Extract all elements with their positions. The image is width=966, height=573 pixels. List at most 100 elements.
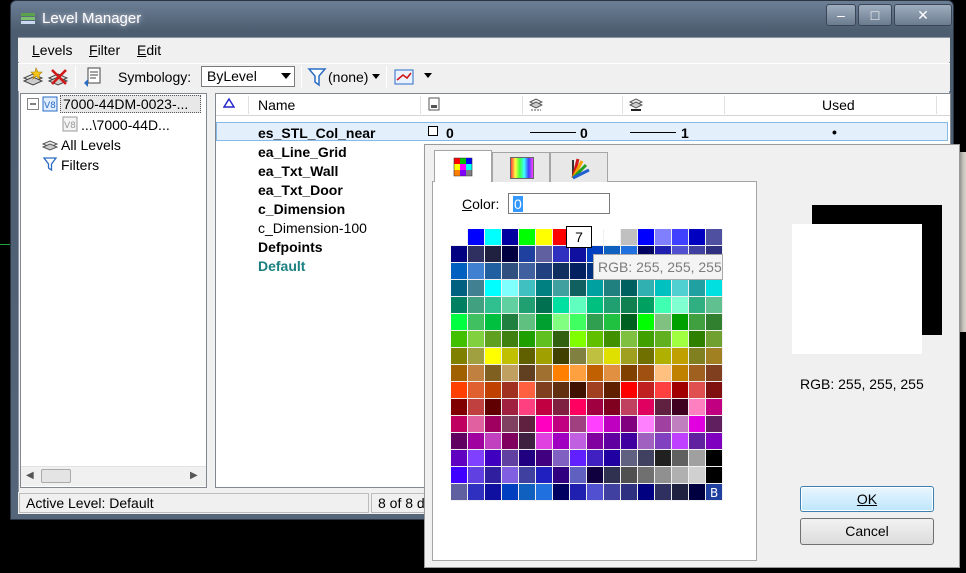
palette-swatch[interactable]: [485, 314, 501, 330]
palette-swatch[interactable]: [536, 229, 552, 245]
palette-swatch[interactable]: [519, 433, 535, 449]
palette-swatch[interactable]: [451, 229, 467, 245]
palette-swatch[interactable]: [655, 297, 671, 313]
palette-swatch[interactable]: [621, 314, 637, 330]
filter-icon[interactable]: [306, 66, 328, 88]
palette-swatch[interactable]: [451, 263, 467, 279]
tree-item-root[interactable]: 7000-44DM-0023-...: [60, 95, 201, 113]
palette-swatch[interactable]: [604, 280, 620, 296]
palette-swatch[interactable]: [451, 450, 467, 466]
palette-swatch[interactable]: [672, 348, 688, 364]
palette-swatch[interactable]: [689, 314, 705, 330]
palette-swatch[interactable]: [451, 297, 467, 313]
palette-swatch[interactable]: [502, 314, 518, 330]
palette-swatch[interactable]: [655, 382, 671, 398]
palette-swatch[interactable]: [536, 433, 552, 449]
tab-true-color[interactable]: [492, 152, 550, 182]
palette-swatch[interactable]: [587, 484, 603, 500]
palette-swatch[interactable]: [553, 416, 569, 432]
tab-color-book[interactable]: [550, 152, 608, 182]
chevron-down-icon[interactable]: [424, 73, 432, 78]
palette-swatch[interactable]: [519, 348, 535, 364]
palette-swatch[interactable]: [502, 246, 518, 262]
palette-swatch[interactable]: [706, 433, 722, 449]
palette-swatch[interactable]: [468, 416, 484, 432]
palette-swatch[interactable]: [451, 246, 467, 262]
palette-swatch[interactable]: [570, 399, 586, 415]
palette-swatch[interactable]: [706, 467, 722, 483]
menu-levels[interactable]: Levels: [32, 42, 72, 58]
palette-swatch[interactable]: [655, 450, 671, 466]
palette-swatch[interactable]: [553, 263, 569, 279]
palette-swatch[interactable]: [689, 229, 705, 245]
palette-swatch[interactable]: [485, 399, 501, 415]
palette-swatch[interactable]: [655, 331, 671, 347]
color-column-icon[interactable]: [427, 97, 441, 111]
palette-swatch[interactable]: [553, 348, 569, 364]
collapse-icon[interactable]: [27, 98, 39, 110]
palette-swatch[interactable]: [570, 297, 586, 313]
palette-swatch[interactable]: [519, 365, 535, 381]
palette-swatch[interactable]: [638, 450, 654, 466]
palette-swatch[interactable]: [706, 280, 722, 296]
palette-swatch[interactable]: [570, 348, 586, 364]
palette-swatch[interactable]: [604, 484, 620, 500]
palette-swatch[interactable]: [502, 416, 518, 432]
palette-swatch[interactable]: [621, 331, 637, 347]
palette-swatch[interactable]: [451, 365, 467, 381]
palette-swatch[interactable]: [655, 280, 671, 296]
palette-swatch[interactable]: [519, 280, 535, 296]
palette-swatch[interactable]: [536, 399, 552, 415]
palette-swatch[interactable]: [706, 416, 722, 432]
column-header-used[interactable]: Used: [822, 97, 855, 113]
palette-swatch[interactable]: [553, 314, 569, 330]
palette-swatch[interactable]: [689, 484, 705, 500]
tree-item-filters[interactable]: Filters: [61, 157, 99, 173]
palette-swatch[interactable]: [604, 314, 620, 330]
palette-swatch[interactable]: [485, 246, 501, 262]
palette-swatch[interactable]: [519, 382, 535, 398]
scroll-right-icon[interactable]: ▶: [190, 470, 198, 481]
palette-swatch[interactable]: [706, 229, 722, 245]
palette-swatch[interactable]: [553, 399, 569, 415]
palette-swatch[interactable]: [604, 331, 620, 347]
palette-swatch[interactable]: [655, 433, 671, 449]
palette-swatch[interactable]: [621, 399, 637, 415]
palette-swatch[interactable]: [451, 382, 467, 398]
palette-swatch[interactable]: [638, 331, 654, 347]
palette-swatch[interactable]: [672, 416, 688, 432]
palette-swatch[interactable]: [502, 280, 518, 296]
palette-swatch[interactable]: [502, 365, 518, 381]
palette-swatch[interactable]: [536, 450, 552, 466]
tree-item-reference[interactable]: ...\7000-44D...: [81, 117, 170, 133]
palette-swatch[interactable]: [502, 382, 518, 398]
palette-swatch[interactable]: [468, 263, 484, 279]
palette-swatch[interactable]: [451, 348, 467, 364]
palette-swatch[interactable]: [468, 399, 484, 415]
scroll-left-icon[interactable]: ◀: [26, 470, 34, 481]
palette-swatch[interactable]: [485, 382, 501, 398]
tab-color-index[interactable]: [434, 150, 492, 182]
palette-swatch[interactable]: [587, 331, 603, 347]
palette-swatch[interactable]: [621, 297, 637, 313]
palette-swatch[interactable]: [553, 467, 569, 483]
palette-swatch[interactable]: [451, 433, 467, 449]
palette-swatch[interactable]: [638, 297, 654, 313]
palette-swatch[interactable]: [587, 399, 603, 415]
level-name-active[interactable]: Default: [258, 258, 305, 274]
palette-swatch[interactable]: [519, 229, 535, 245]
palette-swatch[interactable]: [570, 484, 586, 500]
palette-swatch[interactable]: [672, 229, 688, 245]
tree-item-all-levels[interactable]: All Levels: [61, 137, 121, 153]
level-color-value[interactable]: 0: [446, 125, 454, 141]
palette-swatch[interactable]: [502, 263, 518, 279]
palette-swatch[interactable]: [638, 467, 654, 483]
palette-swatch[interactable]: [672, 382, 688, 398]
palette-swatch[interactable]: [468, 433, 484, 449]
palette-swatch[interactable]: [451, 280, 467, 296]
palette-swatch[interactable]: [604, 433, 620, 449]
level-name[interactable]: es_STL_Col_near: [258, 125, 376, 141]
palette-swatch[interactable]: [536, 246, 552, 262]
palette-swatch[interactable]: [689, 399, 705, 415]
level-display-icon[interactable]: [393, 66, 415, 88]
